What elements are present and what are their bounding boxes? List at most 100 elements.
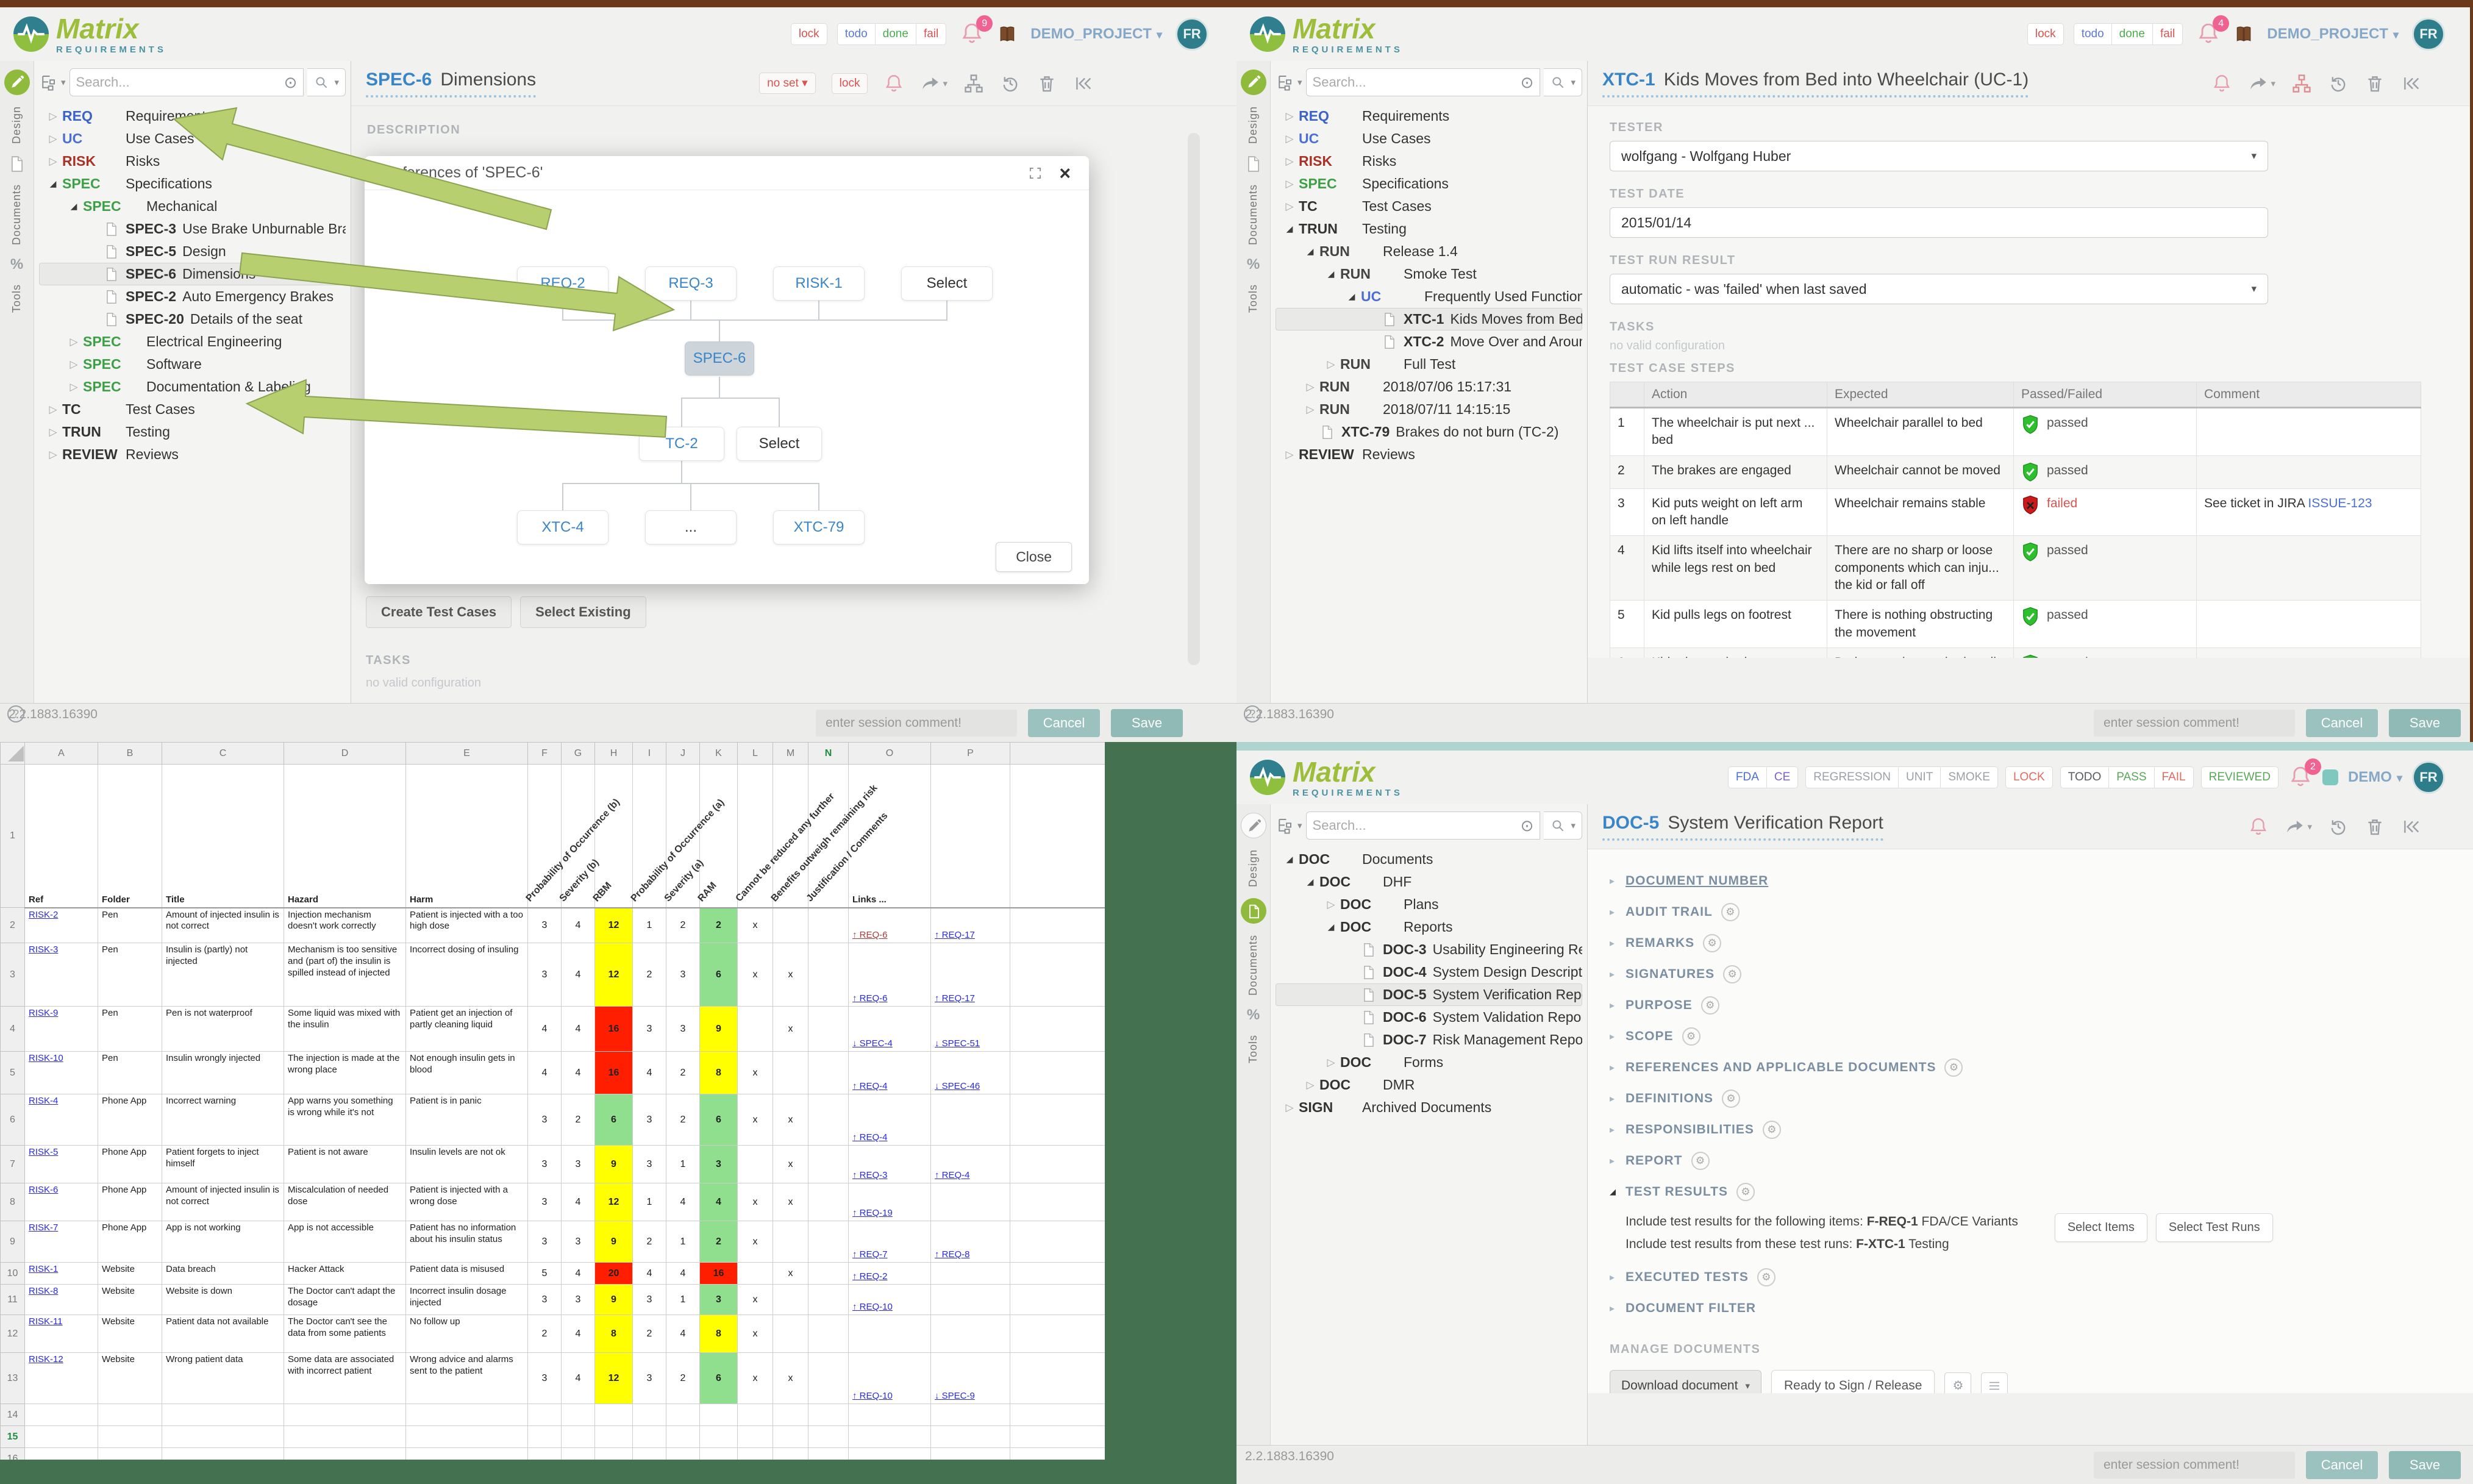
filter-badge-todo[interactable]: TODO xyxy=(2060,766,2110,788)
ready-to-sign-button[interactable]: Ready to Sign / Release xyxy=(1771,1370,1935,1394)
filter-badge-done[interactable]: done xyxy=(2112,23,2153,45)
tree-item-run[interactable]: ◢RUNSmoke Test xyxy=(1276,263,1582,285)
trace-link-req-6[interactable]: ↑ REQ-6 xyxy=(852,930,888,940)
tree-expander-icon[interactable]: ◢ xyxy=(1280,224,1299,234)
row-header-16[interactable]: 16 xyxy=(1,1448,25,1460)
diagram-node-xtc-79[interactable]: XTC-79 xyxy=(773,510,865,544)
section-test-results[interactable]: ◢TEST RESULTS⚙ xyxy=(1610,1176,2451,1207)
section-chevron-icon[interactable]: ▸ xyxy=(1610,1061,1625,1074)
filter-badge-lock[interactable]: lock xyxy=(2027,23,2064,45)
tree-item-spec-5[interactable]: SPEC-5Design xyxy=(39,240,346,263)
tree-expander-icon[interactable]: ▷ xyxy=(44,426,62,438)
tab-tools-icon[interactable]: % xyxy=(1247,256,1260,273)
test-step-row[interactable]: 6Kid releases brakesBrakes can be reache… xyxy=(1610,648,2421,658)
section-document-filter[interactable]: ▸DOCUMENT FILTER xyxy=(1610,1293,2451,1324)
column-header-D[interactable]: D xyxy=(284,743,406,765)
share-button[interactable]: ▾ xyxy=(920,73,947,94)
notifications-bell[interactable]: 2 xyxy=(2288,765,2313,790)
tree-item-doc-7[interactable]: DOC-7Risk Management Report xyxy=(1276,1029,1582,1051)
tree-item-doc-5[interactable]: DOC-5System Verification Report xyxy=(1276,983,1582,1006)
tree-item-spec[interactable]: ▷SPECSpecifications xyxy=(1276,173,1582,195)
filter-badge-reviewed[interactable]: REVIEWED xyxy=(2201,766,2279,788)
rail-label-documents[interactable]: Documents xyxy=(10,184,23,245)
traceability-icon[interactable] xyxy=(2291,73,2312,94)
tree-expander-icon[interactable]: ◢ xyxy=(65,201,83,212)
tree-item-doc-6[interactable]: DOC-6System Validation Report xyxy=(1276,1006,1582,1029)
tree-expander-icon[interactable]: ▷ xyxy=(44,155,62,168)
diagram-node-spec-6[interactable]: SPEC-6 xyxy=(685,341,754,376)
risk-link-risk-9[interactable]: RISK-9 xyxy=(29,1008,58,1018)
tab-design[interactable] xyxy=(1241,70,1266,95)
diagram-node-req-2[interactable]: REQ-2 xyxy=(517,266,608,301)
row-header-1[interactable]: 1 xyxy=(1,765,25,908)
rail-label-design[interactable]: Design xyxy=(1247,106,1260,144)
tree-item-tc[interactable]: ▷TCTest Cases xyxy=(39,398,346,421)
avatar[interactable]: FR xyxy=(2412,761,2445,794)
traceability-icon[interactable] xyxy=(963,73,984,94)
section-chevron-icon[interactable]: ▸ xyxy=(1610,968,1625,980)
risk-link-risk-12[interactable]: RISK-12 xyxy=(29,1354,63,1364)
risk-link-risk-1[interactable]: RISK-1 xyxy=(29,1264,58,1274)
row-header-6[interactable]: 6 xyxy=(1,1094,25,1146)
filter-badge-lock[interactable]: lock xyxy=(791,23,827,45)
gear-icon[interactable]: ⚙ xyxy=(1722,1090,1740,1108)
cancel-button[interactable]: Cancel xyxy=(2306,1451,2378,1479)
tree-expander-icon[interactable]: ◢ xyxy=(1301,246,1319,257)
test-step-row[interactable]: 2The brakes are engagedWheelchair cannot… xyxy=(1610,455,2421,488)
select-items-button[interactable]: Select Items xyxy=(2055,1213,2147,1242)
select-test-runs-button[interactable]: Select Test Runs xyxy=(2156,1213,2273,1242)
tree-expander-icon[interactable]: ▷ xyxy=(65,336,83,348)
tree-expander-icon[interactable]: ▷ xyxy=(1322,1057,1340,1069)
column-header-blank[interactable] xyxy=(1010,743,1105,765)
tree-item-doc[interactable]: ◢DOCReports xyxy=(1276,916,1582,938)
risk-link-risk-11[interactable]: RISK-11 xyxy=(29,1316,63,1327)
filter-badge-fail[interactable]: FAIL xyxy=(2155,766,2194,788)
column-header-H[interactable]: H xyxy=(595,743,633,765)
filter-badge-smoke[interactable]: SMOKE xyxy=(1941,766,1998,788)
jira-issue-link[interactable]: ISSUE-123 xyxy=(2308,496,2372,510)
gear-icon[interactable]: ⚙ xyxy=(1736,1183,1755,1201)
step-status[interactable]: passed xyxy=(2014,536,2197,601)
section-executed-tests[interactable]: ▸EXECUTED TESTS⚙ xyxy=(1610,1262,2451,1293)
tree-item-req[interactable]: ▷REQRequirements xyxy=(1276,105,1582,127)
tree-item-spec[interactable]: ◢SPECSpecifications xyxy=(39,173,346,195)
test-step-row[interactable]: 3Kid puts weight on left arm on left han… xyxy=(1610,488,2421,536)
row-header-13[interactable]: 13 xyxy=(1,1353,25,1404)
tree-item-doc-3[interactable]: DOC-3Usability Engineering Report xyxy=(1276,938,1582,961)
section-definitions[interactable]: ▸DEFINITIONS⚙ xyxy=(1610,1083,2451,1114)
watch-bell-icon[interactable] xyxy=(2211,73,2232,94)
column-header-G[interactable]: G xyxy=(562,743,595,765)
filter-badge-pass[interactable]: PASS xyxy=(2109,766,2154,788)
tree-item-trun[interactable]: ▷TRUNTesting xyxy=(39,421,346,443)
delete-icon[interactable] xyxy=(2364,73,2385,94)
tab-documents[interactable] xyxy=(1241,898,1266,924)
scope-icon[interactable]: ⊙ xyxy=(1521,73,1534,92)
column-header-J[interactable]: J xyxy=(666,743,700,765)
tree-item-spec-2[interactable]: SPEC-2Auto Emergency Brakes xyxy=(39,285,346,308)
trace-link-req-8[interactable]: ↑ REQ-8 xyxy=(935,1249,970,1260)
row-header-4[interactable]: 4 xyxy=(1,1007,25,1052)
close-icon[interactable]: × xyxy=(1059,163,1071,183)
column-header-C[interactable]: C xyxy=(162,743,284,765)
chevron-down-icon[interactable]: ▾ xyxy=(1297,77,1302,88)
trace-link-req-17[interactable]: ↑ REQ-17 xyxy=(935,993,975,1004)
trace-link-req-6[interactable]: ↑ REQ-6 xyxy=(852,993,888,1004)
delete-icon[interactable] xyxy=(1037,73,1057,94)
filter-badge-fail[interactable]: fail xyxy=(916,23,946,45)
step-status[interactable]: failed xyxy=(2014,488,2197,536)
section-chevron-icon[interactable]: ▸ xyxy=(1610,1302,1625,1315)
section-purpose[interactable]: ▸PURPOSE⚙ xyxy=(1610,990,2451,1021)
risk-link-risk-5[interactable]: RISK-5 xyxy=(29,1147,58,1157)
tree-item-run[interactable]: ▷RUN2018/07/11 14:15:15 xyxy=(1276,398,1582,421)
tree-item-spec-6[interactable]: SPEC-6Dimensions xyxy=(39,263,346,285)
row-header-7[interactable]: 7 xyxy=(1,1146,25,1183)
tree-expander-icon[interactable]: ▷ xyxy=(65,381,83,393)
section-chevron-icon[interactable]: ▸ xyxy=(1610,1271,1625,1283)
search-input[interactable] xyxy=(76,74,284,90)
trace-link-spec-46[interactable]: ↓ SPEC-46 xyxy=(935,1081,980,1091)
section-remarks[interactable]: ▸REMARKS⚙ xyxy=(1610,927,2451,958)
gear-icon[interactable]: ⚙ xyxy=(1763,1121,1781,1139)
history-icon[interactable] xyxy=(2328,816,2349,837)
tree-item-doc[interactable]: ▷DOCPlans xyxy=(1276,893,1582,916)
risk-link-risk-10[interactable]: RISK-10 xyxy=(29,1053,63,1063)
